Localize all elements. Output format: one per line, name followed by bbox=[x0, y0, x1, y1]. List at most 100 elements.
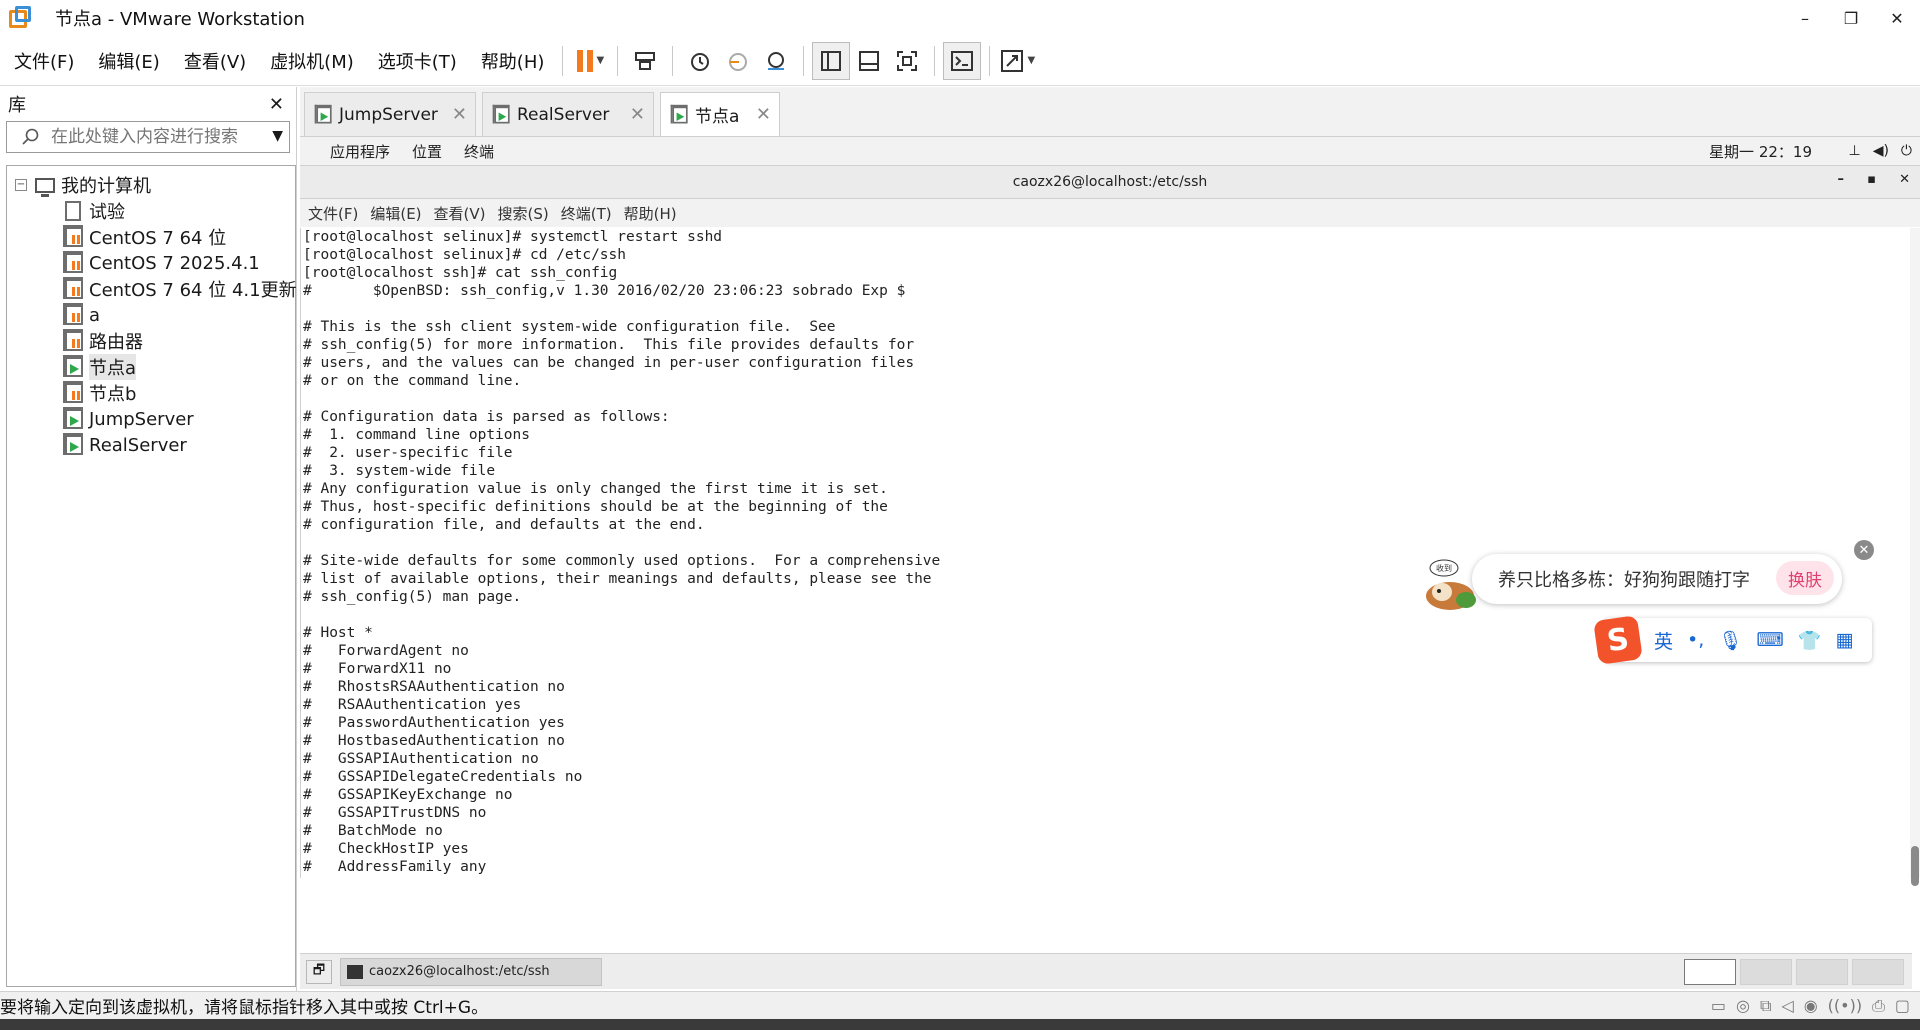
terminal-line: # Any configuration value is only change… bbox=[303, 481, 888, 497]
collapse-icon[interactable]: − bbox=[15, 179, 27, 191]
terminal-close-button[interactable]: ✕ bbox=[1899, 172, 1910, 187]
tab-node-a[interactable]: 节点a ✕ bbox=[660, 92, 780, 136]
sogou-logo-icon[interactable]: S bbox=[1593, 615, 1643, 665]
terminal-menu-edit[interactable]: 编辑(E) bbox=[370, 203, 421, 224]
menu-toolbar: 文件(F) 编辑(E) 查看(V) 虚拟机(M) 选项卡(T) 帮助(H) ▼ … bbox=[0, 36, 1920, 86]
skin-icon[interactable]: 👕 bbox=[1798, 629, 1822, 652]
restore-button[interactable]: ❐ bbox=[1828, 0, 1874, 36]
toolbox-icon[interactable]: ▦ bbox=[1836, 629, 1854, 651]
library-close-icon[interactable]: ✕ bbox=[269, 94, 284, 115]
tree-item-centos7-2025[interactable]: CentOS 7 2025.4.1 bbox=[63, 250, 295, 276]
tree-item-label: JumpServer bbox=[89, 408, 194, 430]
menu-edit[interactable]: 编辑(E) bbox=[88, 48, 169, 74]
tab-close-icon[interactable]: ✕ bbox=[630, 104, 645, 125]
tree-root-my-computer[interactable]: − 我的计算机 bbox=[15, 172, 295, 198]
wireless-icon[interactable]: ((•)) bbox=[1828, 996, 1862, 1016]
ime-language-toggle[interactable]: 英 bbox=[1654, 627, 1673, 654]
terminal-line: # Configuration data is parsed as follow… bbox=[303, 409, 670, 425]
tree-item-label: 节点b bbox=[89, 384, 137, 405]
tree-item-shiyan[interactable]: 试验 bbox=[65, 198, 295, 224]
console-view-button[interactable] bbox=[943, 41, 982, 80]
tree-item-centos7-64[interactable]: CentOS 7 64 位 bbox=[63, 224, 295, 250]
guest-clock[interactable]: 星期一 22：19 bbox=[1709, 141, 1812, 162]
tree-item-node-b[interactable]: 节点b bbox=[63, 380, 295, 406]
ime-message-bubble[interactable]: 养只比格多栋：好狗狗跟随打字 换肤 bbox=[1472, 554, 1842, 604]
menu-file[interactable]: 文件(F) bbox=[4, 48, 84, 74]
usb-icon[interactable]: ◉ bbox=[1804, 996, 1818, 1016]
hard-disk-icon[interactable]: ▭ bbox=[1711, 996, 1726, 1016]
snapshot-button[interactable] bbox=[681, 42, 719, 80]
guest-terminal-menu[interactable]: 终端 bbox=[464, 141, 494, 162]
terminal-menu-view[interactable]: 查看(V) bbox=[434, 203, 486, 224]
thumbnail-bar-button[interactable] bbox=[850, 42, 888, 80]
show-library-button[interactable] bbox=[812, 41, 851, 80]
tree-item-a[interactable]: a bbox=[63, 302, 295, 328]
cd-dvd-icon[interactable]: ◎ bbox=[1736, 996, 1750, 1016]
terminal-scrollbar[interactable] bbox=[1910, 228, 1920, 878]
ime-punctuation-toggle[interactable]: •, bbox=[1687, 629, 1704, 651]
menu-view[interactable]: 查看(V) bbox=[174, 48, 256, 74]
tree-item-jumpserver[interactable]: JumpServer bbox=[63, 406, 295, 432]
chevron-down-icon[interactable]: ▼ bbox=[1028, 55, 1036, 66]
workspace-2[interactable] bbox=[1740, 958, 1792, 985]
send-ctrl-alt-del-button[interactable] bbox=[626, 42, 664, 80]
vm-paused-icon bbox=[63, 303, 83, 325]
tree-item-realserver[interactable]: RealServer bbox=[63, 432, 295, 458]
device-status-icons: ▭ ◎ ⧉ ◁ ◉ ((•)) ⎙ ▢ bbox=[1711, 996, 1910, 1016]
terminal-line: # Thus, host-specific definitions should… bbox=[303, 499, 888, 515]
tab-close-icon[interactable]: ✕ bbox=[452, 104, 467, 125]
guest-places-menu[interactable]: 位置 bbox=[412, 141, 442, 162]
revert-snapshot-button[interactable] bbox=[719, 42, 757, 80]
terminal-menu-search[interactable]: 搜索(S) bbox=[498, 203, 549, 224]
show-desktop-button[interactable]: 🗗 bbox=[306, 959, 332, 984]
workspace-1[interactable] bbox=[1684, 958, 1736, 985]
terminal-menu-terminal[interactable]: 终端(T) bbox=[561, 203, 612, 224]
volume-icon: ◀) bbox=[1872, 143, 1889, 159]
taskbar-terminal-item[interactable]: caozx26@localhost:/etc/ssh bbox=[340, 957, 602, 986]
toolbar-separator bbox=[934, 45, 936, 76]
terminal-line: # $OpenBSD: ssh_config,v 1.30 2016/02/20… bbox=[303, 283, 906, 299]
minimize-button[interactable]: – bbox=[1782, 0, 1828, 36]
tab-realserver[interactable]: RealServer ✕ bbox=[482, 92, 654, 136]
guest-system-tray[interactable]: ⊥ ◀) ⏻ bbox=[1848, 143, 1912, 159]
vm-paused-icon bbox=[63, 251, 83, 273]
menu-tabs[interactable]: 选项卡(T) bbox=[368, 48, 467, 74]
library-search-input[interactable] bbox=[51, 127, 271, 147]
tree-item-router[interactable]: 路由器 bbox=[63, 328, 295, 354]
pause-button[interactable]: ▼ bbox=[571, 42, 609, 80]
menu-vm[interactable]: 虚拟机(M) bbox=[260, 48, 364, 74]
snapshot-manager-button[interactable] bbox=[757, 42, 795, 80]
close-button[interactable]: ✕ bbox=[1874, 0, 1920, 36]
microphone-icon[interactable]: 🎙 bbox=[1718, 629, 1742, 652]
network-adapter-icon[interactable]: ⧉ bbox=[1760, 996, 1771, 1016]
workspace-4[interactable] bbox=[1852, 958, 1904, 985]
terminal-line: # or on the command line. bbox=[303, 373, 522, 389]
toolbar-separator bbox=[803, 45, 805, 76]
message-log-icon[interactable]: ▢ bbox=[1895, 996, 1910, 1016]
tree-item-node-a[interactable]: 节点a bbox=[63, 354, 295, 380]
workspace-3[interactable] bbox=[1796, 958, 1848, 985]
chevron-down-icon[interactable]: ▼ bbox=[597, 55, 605, 66]
menu-help[interactable]: 帮助(H) bbox=[471, 48, 555, 74]
stretch-button[interactable]: ▼ bbox=[998, 42, 1036, 80]
tree-item-centos7-64-update[interactable]: CentOS 7 64 位 4.1更新 bbox=[63, 276, 297, 302]
ime-close-icon[interactable]: ✕ bbox=[1854, 540, 1874, 560]
terminal-line: # users, and the values can be changed i… bbox=[303, 355, 915, 371]
library-title: 库 bbox=[8, 95, 26, 116]
terminal-maximize-button[interactable]: ▪ bbox=[1867, 172, 1876, 187]
computer-icon bbox=[35, 177, 55, 197]
printer-icon[interactable]: ⎙ bbox=[1872, 996, 1885, 1016]
terminal-menu-file[interactable]: 文件(F) bbox=[308, 203, 358, 224]
tab-close-icon[interactable]: ✕ bbox=[756, 104, 771, 125]
guest-applications-menu[interactable]: 应用程序 bbox=[330, 141, 390, 162]
search-dropdown-icon[interactable]: ▼ bbox=[272, 128, 283, 144]
tab-jumpserver[interactable]: JumpServer ✕ bbox=[304, 92, 476, 136]
terminal-minimize-button[interactable]: – bbox=[1838, 172, 1845, 187]
terminal-menu-help[interactable]: 帮助(H) bbox=[624, 203, 677, 224]
snapshot-manager-icon bbox=[768, 51, 785, 70]
fullscreen-button[interactable] bbox=[888, 42, 926, 80]
ime-skin-button[interactable]: 换肤 bbox=[1776, 561, 1834, 595]
keyboard-icon[interactable]: ⌨ bbox=[1756, 629, 1783, 651]
sound-card-icon[interactable]: ◁ bbox=[1781, 996, 1793, 1016]
terminal-scroll-thumb[interactable] bbox=[1911, 846, 1919, 886]
